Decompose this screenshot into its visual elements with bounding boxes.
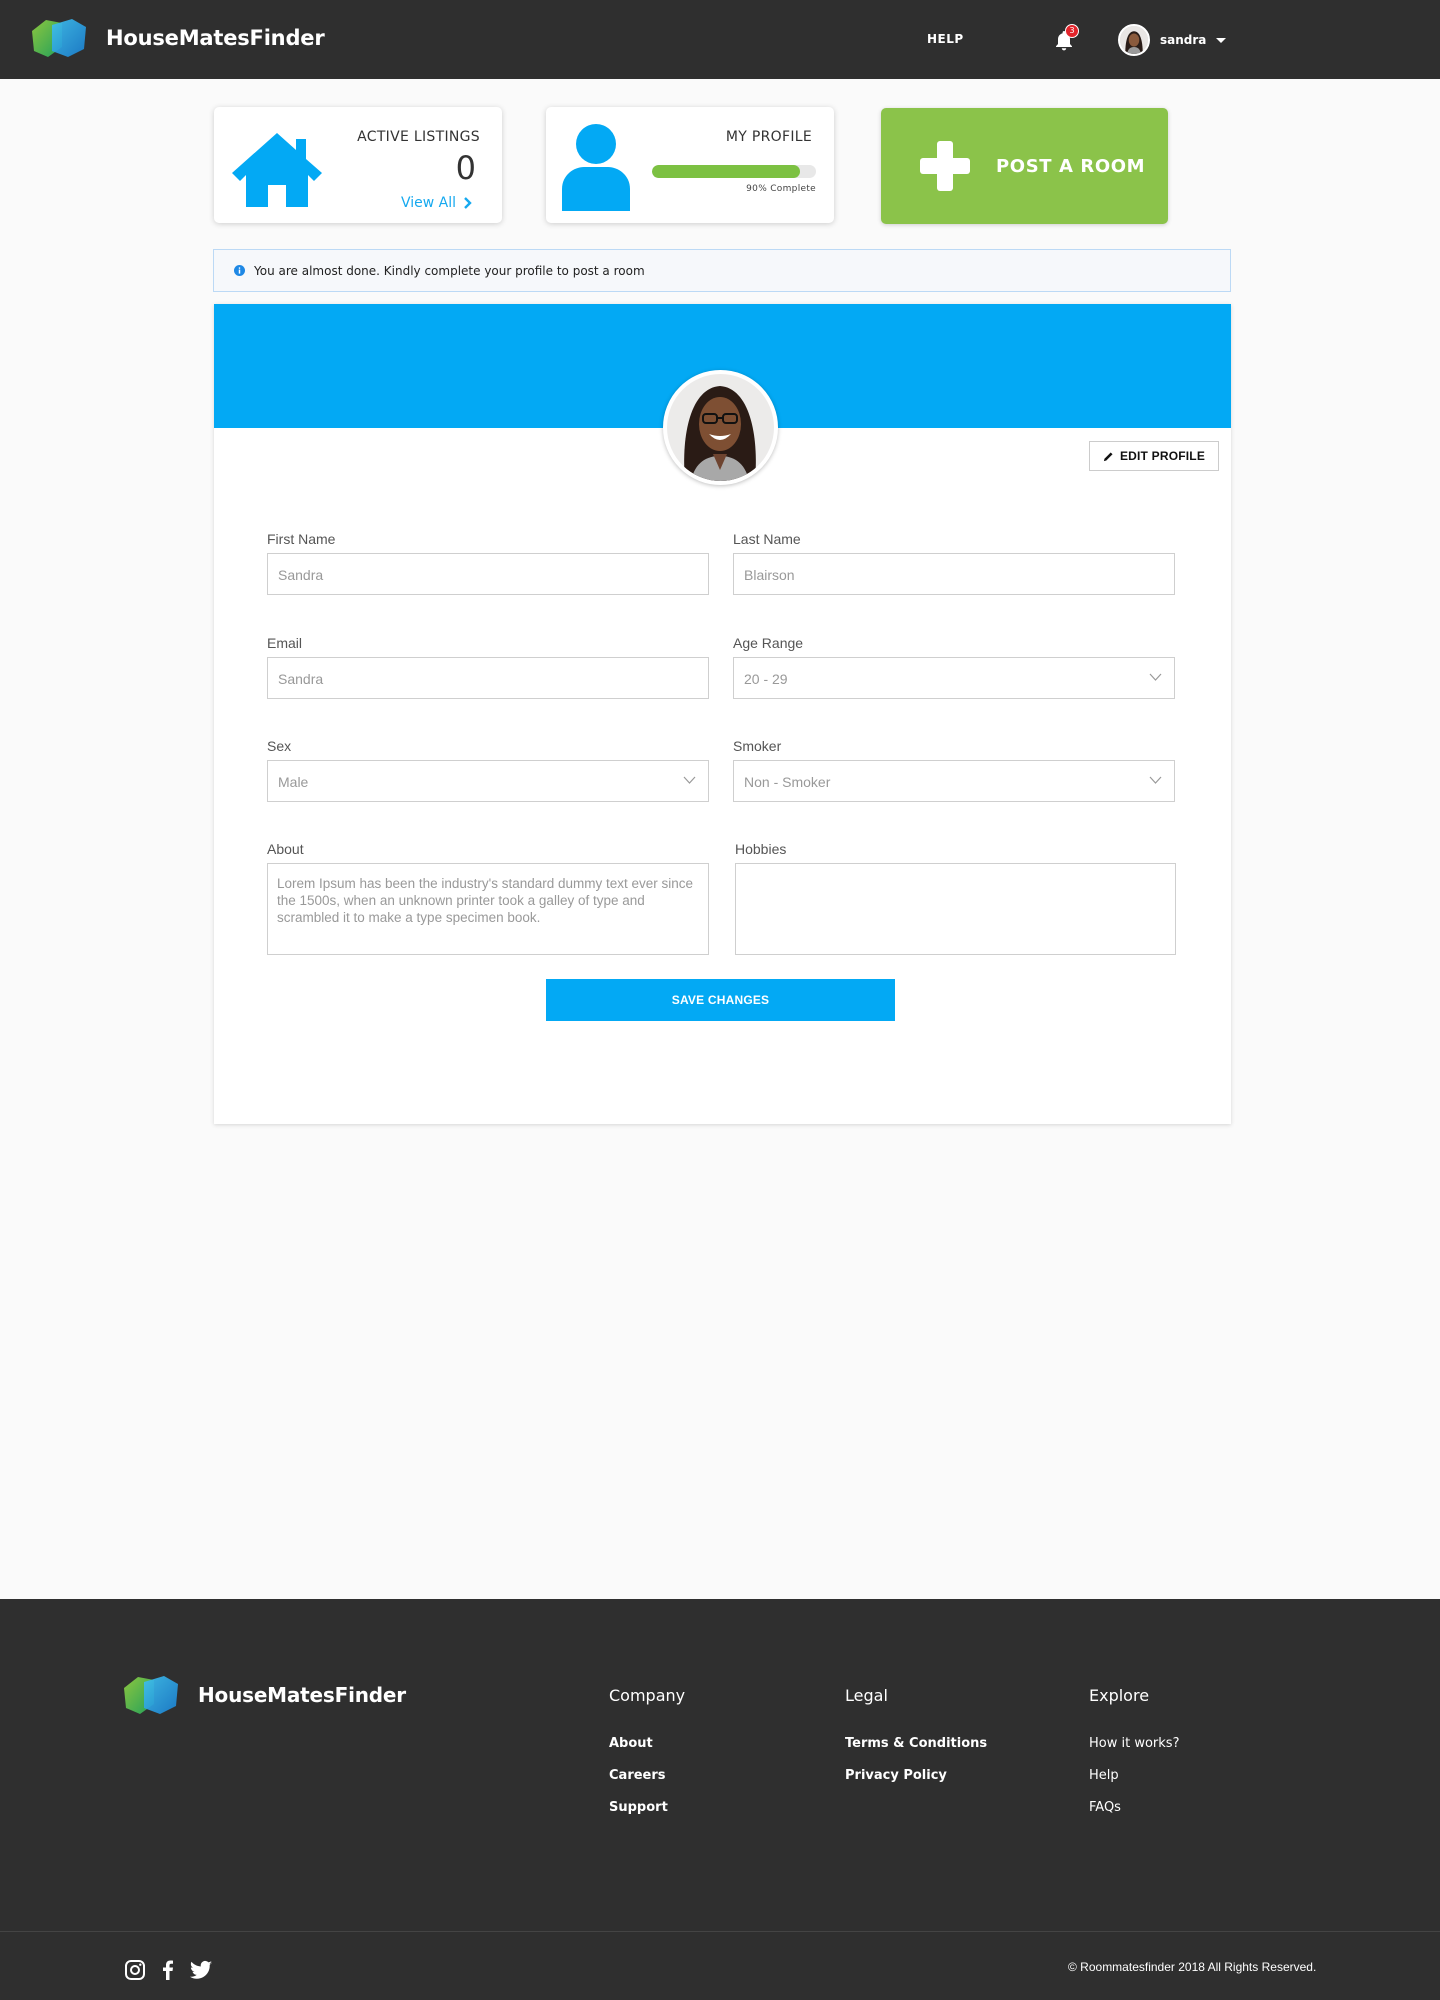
profile-incomplete-alert: You are almost done. Kindly complete you… xyxy=(213,249,1231,292)
avatar xyxy=(1118,24,1150,56)
chevron-down-icon xyxy=(1149,673,1162,681)
twitter-icon[interactable] xyxy=(189,1958,213,1982)
smoker-value: Non - Smoker xyxy=(744,774,831,790)
active-listings-title: ACTIVE LISTINGS xyxy=(357,129,480,145)
footer-company-column: Company xyxy=(609,1686,685,1706)
house-icon xyxy=(232,133,322,207)
instagram-icon[interactable] xyxy=(123,1958,147,1982)
user-menu[interactable]: sandra xyxy=(1118,24,1227,56)
facebook-icon[interactable] xyxy=(156,1958,180,1982)
my-profile-card: MY PROFILE 90% Complete xyxy=(546,107,834,223)
post-a-room-button[interactable]: POST A ROOM xyxy=(881,108,1168,224)
profile-progress-bar xyxy=(652,165,816,178)
top-navigation-bar: HouseMatesFinder HELP 3 sandra xyxy=(0,0,1440,79)
nav-help-link[interactable]: HELP xyxy=(927,32,964,46)
brand-logo-icon xyxy=(32,19,86,57)
first-name-label: First Name xyxy=(267,531,336,547)
email-label: Email xyxy=(267,635,303,651)
brand-name: HouseMatesFinder xyxy=(106,26,325,50)
email-input[interactable]: Sandra xyxy=(267,657,709,699)
footer-company-title: Company xyxy=(609,1686,686,1705)
footer-explore-column: Explore xyxy=(1089,1686,1149,1706)
email-value: Sandra xyxy=(278,671,324,687)
footer-explore-title: Explore xyxy=(1089,1686,1150,1705)
sex-value: Male xyxy=(278,774,309,790)
last-name-label: Last Name xyxy=(733,531,801,547)
profile-panel: EDIT PROFILE First Name Sandra Last Name… xyxy=(214,304,1231,1124)
info-icon xyxy=(234,265,245,276)
sex-label: Sex xyxy=(267,738,292,754)
profile-progress-text: 90% Complete xyxy=(746,184,816,194)
caret-down-icon xyxy=(1216,37,1227,43)
about-textarea[interactable]: Lorem Ipsum has been the industry's stan… xyxy=(267,863,709,955)
footer-legal-title: Legal xyxy=(845,1686,888,1705)
footer-link-how-it-works[interactable]: How it works? xyxy=(1089,1736,1179,1751)
about-label: About xyxy=(267,841,304,857)
view-all-link[interactable]: View All xyxy=(401,195,474,211)
save-changes-button[interactable]: SAVE CHANGES xyxy=(546,979,895,1021)
site-footer: HouseMatesFinder Company About Careers S… xyxy=(0,1599,1440,2000)
footer-brand-link[interactable]: HouseMatesFinder xyxy=(120,1674,406,1716)
profile-progress-fill xyxy=(652,165,800,178)
about-value: Lorem Ipsum has been the industry's stan… xyxy=(277,876,694,925)
hobbies-textarea[interactable] xyxy=(735,863,1176,955)
footer-link-privacy[interactable]: Privacy Policy xyxy=(845,1768,947,1783)
my-profile-title: MY PROFILE xyxy=(725,129,812,145)
post-a-room-label: POST A ROOM xyxy=(996,155,1146,177)
footer-link-help[interactable]: Help xyxy=(1089,1768,1119,1783)
footer-link-terms[interactable]: Terms & Conditions xyxy=(845,1736,987,1751)
footer-link-faqs[interactable]: FAQs xyxy=(1089,1800,1121,1815)
hobbies-label: Hobbies xyxy=(735,841,787,857)
last-name-input[interactable]: Blairson xyxy=(733,553,1175,595)
active-listings-count: 0 xyxy=(455,149,476,187)
age-range-select[interactable]: 20 - 29 xyxy=(733,657,1175,699)
chevron-right-icon xyxy=(464,197,472,209)
person-icon xyxy=(562,124,630,211)
footer-legal-column: Legal xyxy=(845,1686,888,1706)
view-all-label: View All xyxy=(400,195,456,211)
age-range-value: 20 - 29 xyxy=(744,671,788,687)
edit-profile-button[interactable]: EDIT PROFILE xyxy=(1089,441,1219,471)
chevron-down-icon xyxy=(1149,776,1162,784)
plus-icon xyxy=(920,141,970,191)
chevron-down-icon xyxy=(683,776,696,784)
smoker-select[interactable]: Non - Smoker xyxy=(733,760,1175,802)
brand-logo-icon xyxy=(124,1676,178,1714)
footer-link-careers[interactable]: Careers xyxy=(609,1768,666,1783)
first-name-input[interactable]: Sandra xyxy=(267,553,709,595)
last-name-value: Blairson xyxy=(744,567,795,583)
footer-link-about[interactable]: About xyxy=(609,1736,653,1751)
smoker-label: Smoker xyxy=(733,738,782,754)
footer-link-support[interactable]: Support xyxy=(609,1800,668,1815)
first-name-value: Sandra xyxy=(278,567,324,583)
notification-badge: 3 xyxy=(1065,24,1079,38)
alert-message: You are almost done. Kindly complete you… xyxy=(254,263,645,278)
edit-profile-label: EDIT PROFILE xyxy=(1119,449,1206,463)
copyright-text: © Roommatesfinder 2018 All Rights Reserv… xyxy=(1068,1960,1317,1974)
username-label: sandra xyxy=(1160,33,1207,47)
brand-link[interactable]: HouseMatesFinder xyxy=(28,17,325,59)
active-listings-card: ACTIVE LISTINGS 0 View All xyxy=(214,107,502,223)
sex-select[interactable]: Male xyxy=(267,760,709,802)
footer-divider xyxy=(0,1931,1440,1932)
footer-brand-name: HouseMatesFinder xyxy=(198,1683,406,1707)
profile-photo xyxy=(663,370,778,485)
pencil-icon xyxy=(1103,451,1113,461)
age-range-label: Age Range xyxy=(733,635,804,651)
